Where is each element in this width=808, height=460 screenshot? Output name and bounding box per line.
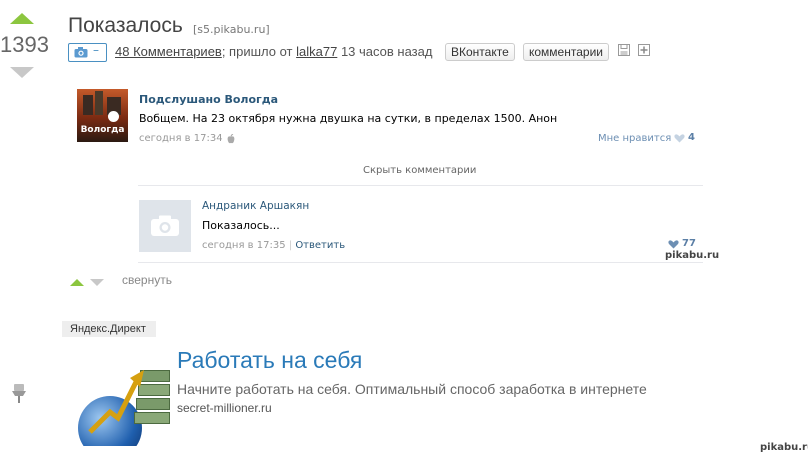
vk-share-button[interactable]: ВКонтакте (445, 43, 515, 61)
vk-post-time[interactable]: сегодня в 17:34 (139, 133, 223, 144)
downvote-small-icon[interactable] (90, 279, 104, 286)
avatar-caption: Вологда (80, 125, 125, 135)
ad-title[interactable]: Работать на себя (177, 347, 362, 374)
save-icon[interactable] (618, 44, 630, 56)
comment-separator: | (288, 240, 293, 251)
photo-toggle-label: – (93, 43, 99, 57)
ad-image[interactable] (70, 360, 172, 446)
time-ago: 13 часов назад (340, 44, 433, 59)
camera-placeholder-icon (151, 215, 179, 236)
expand-icon[interactable] (638, 44, 650, 56)
comment-bottom-divider (138, 262, 703, 263)
comments-divider (138, 185, 703, 186)
heart-icon[interactable] (674, 134, 685, 143)
vk-group-name[interactable]: Подслушано Вологда (139, 93, 278, 106)
ad-domain[interactable]: secret-millioner.ru (177, 401, 272, 415)
upvote-small-icon[interactable] (70, 279, 84, 286)
comment-text: Показалось... (202, 219, 280, 232)
apple-icon (227, 134, 235, 144)
pin-icon[interactable] (10, 382, 28, 404)
hide-comments-link[interactable]: Скрыть комментарии (363, 165, 476, 176)
growth-arrow-icon (88, 370, 144, 434)
photo-toggle-button[interactable]: – (68, 43, 107, 62)
ad-label[interactable]: Яндекс.Директ (62, 321, 156, 337)
comments-button[interactable]: комментарии (523, 43, 609, 61)
group-avatar[interactable]: Вологда (77, 89, 128, 142)
downvote-arrow-icon[interactable] (10, 67, 34, 78)
avatar-face-icon (108, 111, 119, 122)
post-source: [s5.pikabu.ru] (193, 23, 270, 36)
author-link[interactable]: lalka77 (296, 44, 337, 59)
comment-avatar[interactable] (139, 200, 191, 252)
vk-like-label[interactable]: Мне нравится (598, 133, 671, 144)
comment-like-count: 77 (682, 238, 696, 249)
ad-label-wrap: Яндекс.Директ (62, 321, 156, 337)
avatar-building-left (83, 95, 93, 115)
avatar-tower (95, 91, 103, 115)
comment-time-text[interactable]: сегодня в 17:35 (202, 240, 286, 251)
post-title[interactable]: Показалось (68, 14, 183, 38)
collapse-link[interactable]: свернуть (122, 273, 172, 287)
post-meta: 48 Комментариев; пришло от lalka77 13 ча… (115, 44, 432, 59)
watermark-bottom: pikabu.ru (760, 442, 808, 453)
from-text: ; пришло от (221, 44, 293, 59)
comments-link[interactable]: 48 Комментариев (115, 44, 222, 59)
ad-description: Начните работать на себя. Оптимальный сп… (177, 381, 647, 397)
camera-icon (74, 47, 88, 58)
watermark-top: pikabu.ru (665, 250, 720, 261)
vk-post-text: Вобщем. На 23 октября нужна двушка на су… (139, 112, 558, 125)
comment-time: сегодня в 17:35 | Ответить (202, 240, 345, 251)
comment-heart-icon[interactable] (668, 240, 679, 249)
vk-like-count: 4 (688, 132, 695, 143)
comment-author[interactable]: Андраник Аршакян (202, 200, 309, 212)
post-rating: 1393 (0, 32, 49, 57)
reply-link[interactable]: Ответить (295, 240, 345, 251)
upvote-arrow-icon[interactable] (10, 13, 34, 24)
